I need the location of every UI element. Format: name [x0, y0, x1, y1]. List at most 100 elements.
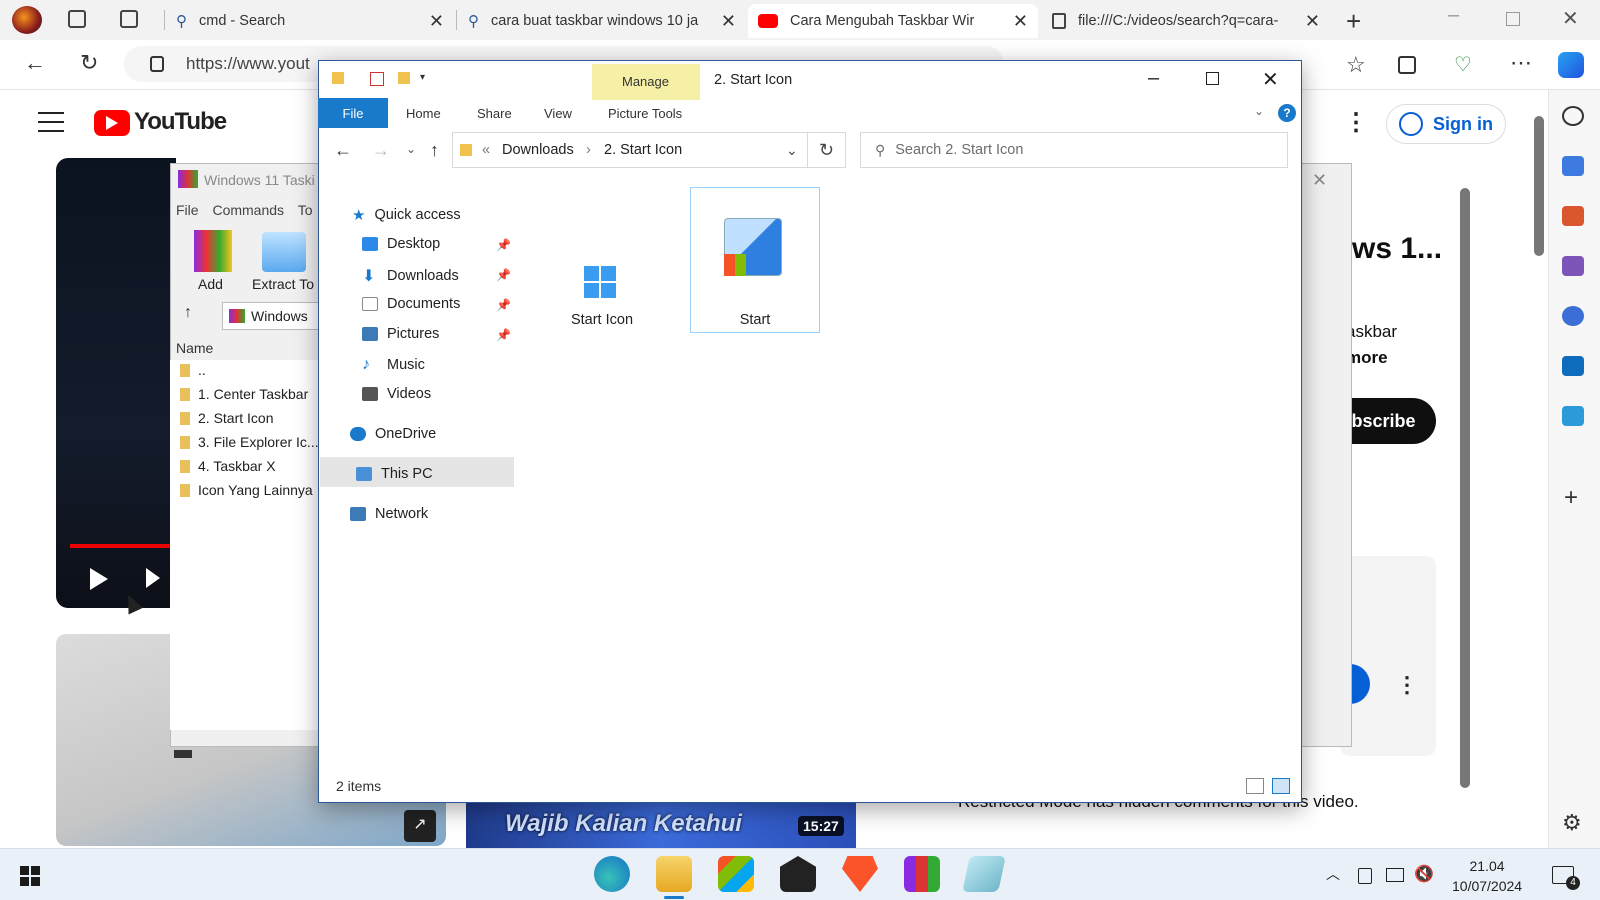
tab-view[interactable]: View: [544, 106, 572, 121]
address-dropdown-icon[interactable]: ⌄: [786, 142, 798, 159]
page-scrollbar[interactable]: [1534, 96, 1544, 836]
nav-quick-access[interactable]: ★ Quick access: [352, 206, 461, 224]
nav-documents[interactable]: Documents: [362, 296, 460, 312]
details-view-icon[interactable]: [1246, 778, 1264, 794]
recent-locations-icon[interactable]: ⌄: [406, 142, 416, 156]
tab-youtube-video[interactable]: Cara Mengubah Taskbar Wir ✕: [748, 4, 1038, 38]
list-item[interactable]: 4. Taskbar X: [180, 458, 276, 474]
tab-file[interactable]: File: [318, 98, 388, 128]
play-icon[interactable]: [90, 568, 108, 590]
vertical-tabs-icon[interactable]: [120, 10, 138, 28]
help-icon[interactable]: ?: [1278, 104, 1296, 122]
tab-picture-tools[interactable]: Picture Tools: [608, 106, 682, 121]
list-item[interactable]: 3. File Explorer Ic...: [180, 434, 319, 450]
nav-videos[interactable]: Videos: [362, 386, 431, 402]
open-external-icon[interactable]: ↗: [404, 810, 436, 842]
description-more[interactable]: more: [1346, 348, 1388, 368]
list-item[interactable]: 2. Start Icon: [180, 410, 273, 426]
forward-icon[interactable]: →: [372, 140, 390, 161]
profile-avatar[interactable]: [12, 6, 42, 34]
tab-home[interactable]: Home: [406, 106, 441, 121]
more-menu-icon[interactable]: ⋯: [1510, 50, 1532, 76]
collections-icon[interactable]: [1398, 56, 1416, 74]
favorites-icon[interactable]: ☆: [1346, 52, 1366, 78]
pin-icon[interactable]: 📌: [496, 268, 511, 282]
up-folder-icon[interactable]: ↑: [430, 140, 439, 161]
add-button[interactable]: Add: [198, 276, 223, 292]
back-icon[interactable]: ←: [334, 140, 352, 161]
large-icons-view-icon[interactable]: [1272, 778, 1290, 794]
refresh-icon[interactable]: ↻: [80, 52, 98, 74]
tools-icon[interactable]: [1562, 206, 1584, 226]
close-window-button[interactable]: ✕: [1562, 6, 1579, 31]
nav-desktop[interactable]: Desktop: [362, 236, 440, 252]
menu-tools[interactable]: To: [298, 202, 313, 218]
column-header-name[interactable]: Name: [176, 340, 213, 356]
tab-file-videos[interactable]: file:///C:/videos/search?q=cara- ✕: [1042, 4, 1330, 38]
search-icon[interactable]: [1562, 106, 1584, 126]
minimize-button[interactable]: –: [1448, 4, 1459, 27]
url-text[interactable]: https://www.yout: [186, 54, 310, 74]
refresh-icon[interactable]: ↻: [808, 132, 846, 168]
notepad-icon[interactable]: [962, 856, 1006, 892]
nav-onedrive[interactable]: OneDrive: [350, 426, 436, 442]
customize-dropdown-icon[interactable]: ▾: [420, 72, 425, 83]
tab-share[interactable]: Share: [477, 106, 512, 121]
winrar-path-box[interactable]: Windows: [222, 302, 322, 330]
telegram-icon[interactable]: [1562, 406, 1584, 426]
add-archive-icon[interactable]: [194, 230, 232, 272]
extract-to-button[interactable]: Extract To: [252, 276, 314, 292]
system-clock[interactable]: 21.04 10/07/2024: [1452, 856, 1522, 896]
browser-essentials-icon[interactable]: ♡: [1454, 52, 1472, 77]
breadcrumb-current[interactable]: 2. Start Icon: [604, 142, 682, 158]
list-item[interactable]: ..: [180, 362, 206, 378]
file-explorer-icon[interactable]: [656, 856, 692, 892]
nav-downloads[interactable]: ⬇ Downloads: [362, 266, 459, 286]
close-icon[interactable]: ✕: [1305, 11, 1320, 32]
panel-scrollbar[interactable]: [1460, 174, 1470, 814]
tab-cmd-search[interactable]: ⚲ cmd - Search ✕: [166, 4, 454, 38]
restore-button[interactable]: [1506, 12, 1520, 26]
outlook-icon[interactable]: [1562, 356, 1584, 376]
shopping-icon[interactable]: [1562, 156, 1584, 176]
network-tray-icon[interactable]: [1386, 868, 1404, 882]
more-options-icon[interactable]: ⋮: [1344, 108, 1368, 137]
maximize-button[interactable]: [1206, 72, 1219, 85]
nav-network[interactable]: Network: [350, 506, 428, 522]
tab-taskbar-search[interactable]: ⚲ cara buat taskbar windows 10 ja ✕: [458, 4, 746, 38]
hamburger-menu-icon[interactable]: [38, 112, 64, 132]
microsoft-store-icon[interactable]: [718, 856, 754, 892]
nav-this-pc[interactable]: This PC: [356, 466, 433, 482]
tray-device-icon[interactable]: [1358, 868, 1372, 884]
close-icon[interactable]: ✕: [1312, 170, 1327, 191]
microsoft365-icon[interactable]: [1562, 306, 1584, 326]
pin-icon[interactable]: 📌: [496, 298, 511, 312]
minimize-button[interactable]: –: [1148, 68, 1159, 88]
nav-pictures[interactable]: Pictures: [362, 326, 439, 342]
next-icon[interactable]: [146, 568, 160, 588]
video-player[interactable]: [56, 158, 176, 608]
nav-music[interactable]: ♪ Music: [362, 356, 425, 374]
lock-icon[interactable]: [150, 56, 164, 72]
extract-to-icon[interactable]: [262, 232, 306, 272]
breadcrumb-downloads[interactable]: Downloads: [502, 142, 574, 158]
windows-start-icon[interactable]: [20, 866, 40, 886]
youtube-logo-text[interactable]: YouTube: [134, 108, 227, 136]
close-icon[interactable]: ✕: [429, 11, 444, 32]
show-hidden-icons-icon[interactable]: ︿: [1326, 864, 1340, 884]
workspaces-icon[interactable]: [68, 10, 86, 28]
menu-file[interactable]: File: [176, 202, 199, 218]
expand-ribbon-icon[interactable]: ⌄: [1254, 104, 1264, 118]
video-progress-bar[interactable]: [70, 544, 170, 548]
list-item[interactable]: 1. Center Taskbar: [180, 386, 308, 402]
new-folder-icon[interactable]: [398, 72, 410, 84]
edge-icon[interactable]: [594, 856, 630, 892]
pin-icon[interactable]: 📌: [496, 238, 511, 252]
copilot-icon[interactable]: [1558, 52, 1584, 78]
close-icon[interactable]: ✕: [721, 11, 736, 32]
properties-icon[interactable]: [370, 72, 384, 86]
settings-icon[interactable]: ⚙: [1562, 810, 1582, 836]
file-start-label[interactable]: Start: [710, 312, 800, 328]
add-sidebar-icon[interactable]: +: [1564, 484, 1578, 512]
games-icon[interactable]: [1562, 256, 1584, 276]
